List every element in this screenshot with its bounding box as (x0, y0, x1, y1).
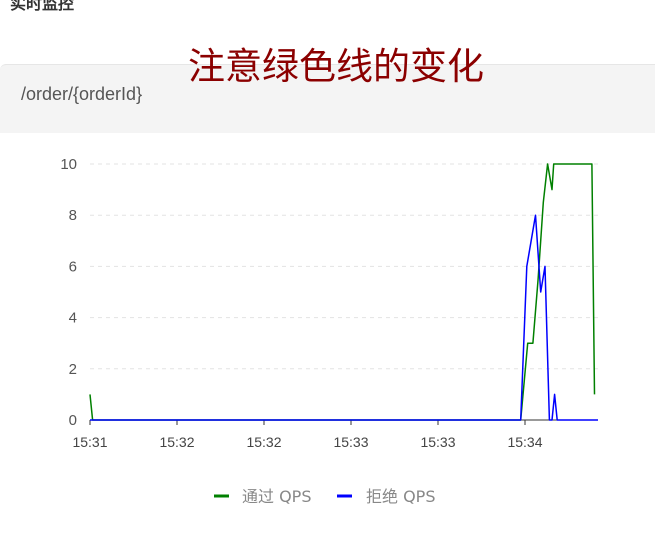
x-tick-label: 15:33 (333, 434, 368, 450)
y-tick-label: 2 (69, 361, 77, 378)
legend-item-block-qps[interactable]: 拒绝 QPS (337, 487, 436, 506)
x-tick-label: 15:32 (159, 434, 194, 450)
x-tick-label: 15:32 (246, 434, 281, 450)
grid-layer (90, 163, 598, 370)
annotation-text: 注意绿色线的变化 (188, 45, 484, 88)
x-tick-label: 15:34 (507, 434, 542, 450)
legend-item-pass-qps[interactable]: 通过 QPS (214, 487, 312, 506)
series-line-pass-qps (89, 163, 596, 421)
y-tick-label: 10 (60, 156, 77, 173)
x-tick-label: 15:33 (420, 434, 455, 450)
x-tick-label: 15:31 (72, 434, 107, 450)
axis-layer: 0 2 4 6 8 10 15:31 15:32 15:32 15:33 15:33 15:34 (60, 156, 598, 450)
legend[interactable]: 通过 QPS 拒绝 QPS (214, 487, 436, 506)
qps-line-chart: 0 2 4 6 8 10 15:31 15:32 15:32 15:33 15:33 15:34 通过… (60, 156, 598, 506)
legend-label: 拒绝 QPS (366, 487, 436, 506)
route-title: /order/{orderId} (21, 84, 143, 104)
section-title: 实时监控 (10, 0, 75, 13)
legend-label: 通过 QPS (242, 487, 312, 506)
series-layer (89, 163, 598, 421)
y-tick-label: 8 (69, 207, 77, 224)
series-line-block-qps (90, 214, 598, 421)
y-tick-label: 4 (69, 310, 77, 327)
y-tick-label: 0 (69, 412, 77, 429)
y-tick-label: 6 (69, 258, 77, 275)
